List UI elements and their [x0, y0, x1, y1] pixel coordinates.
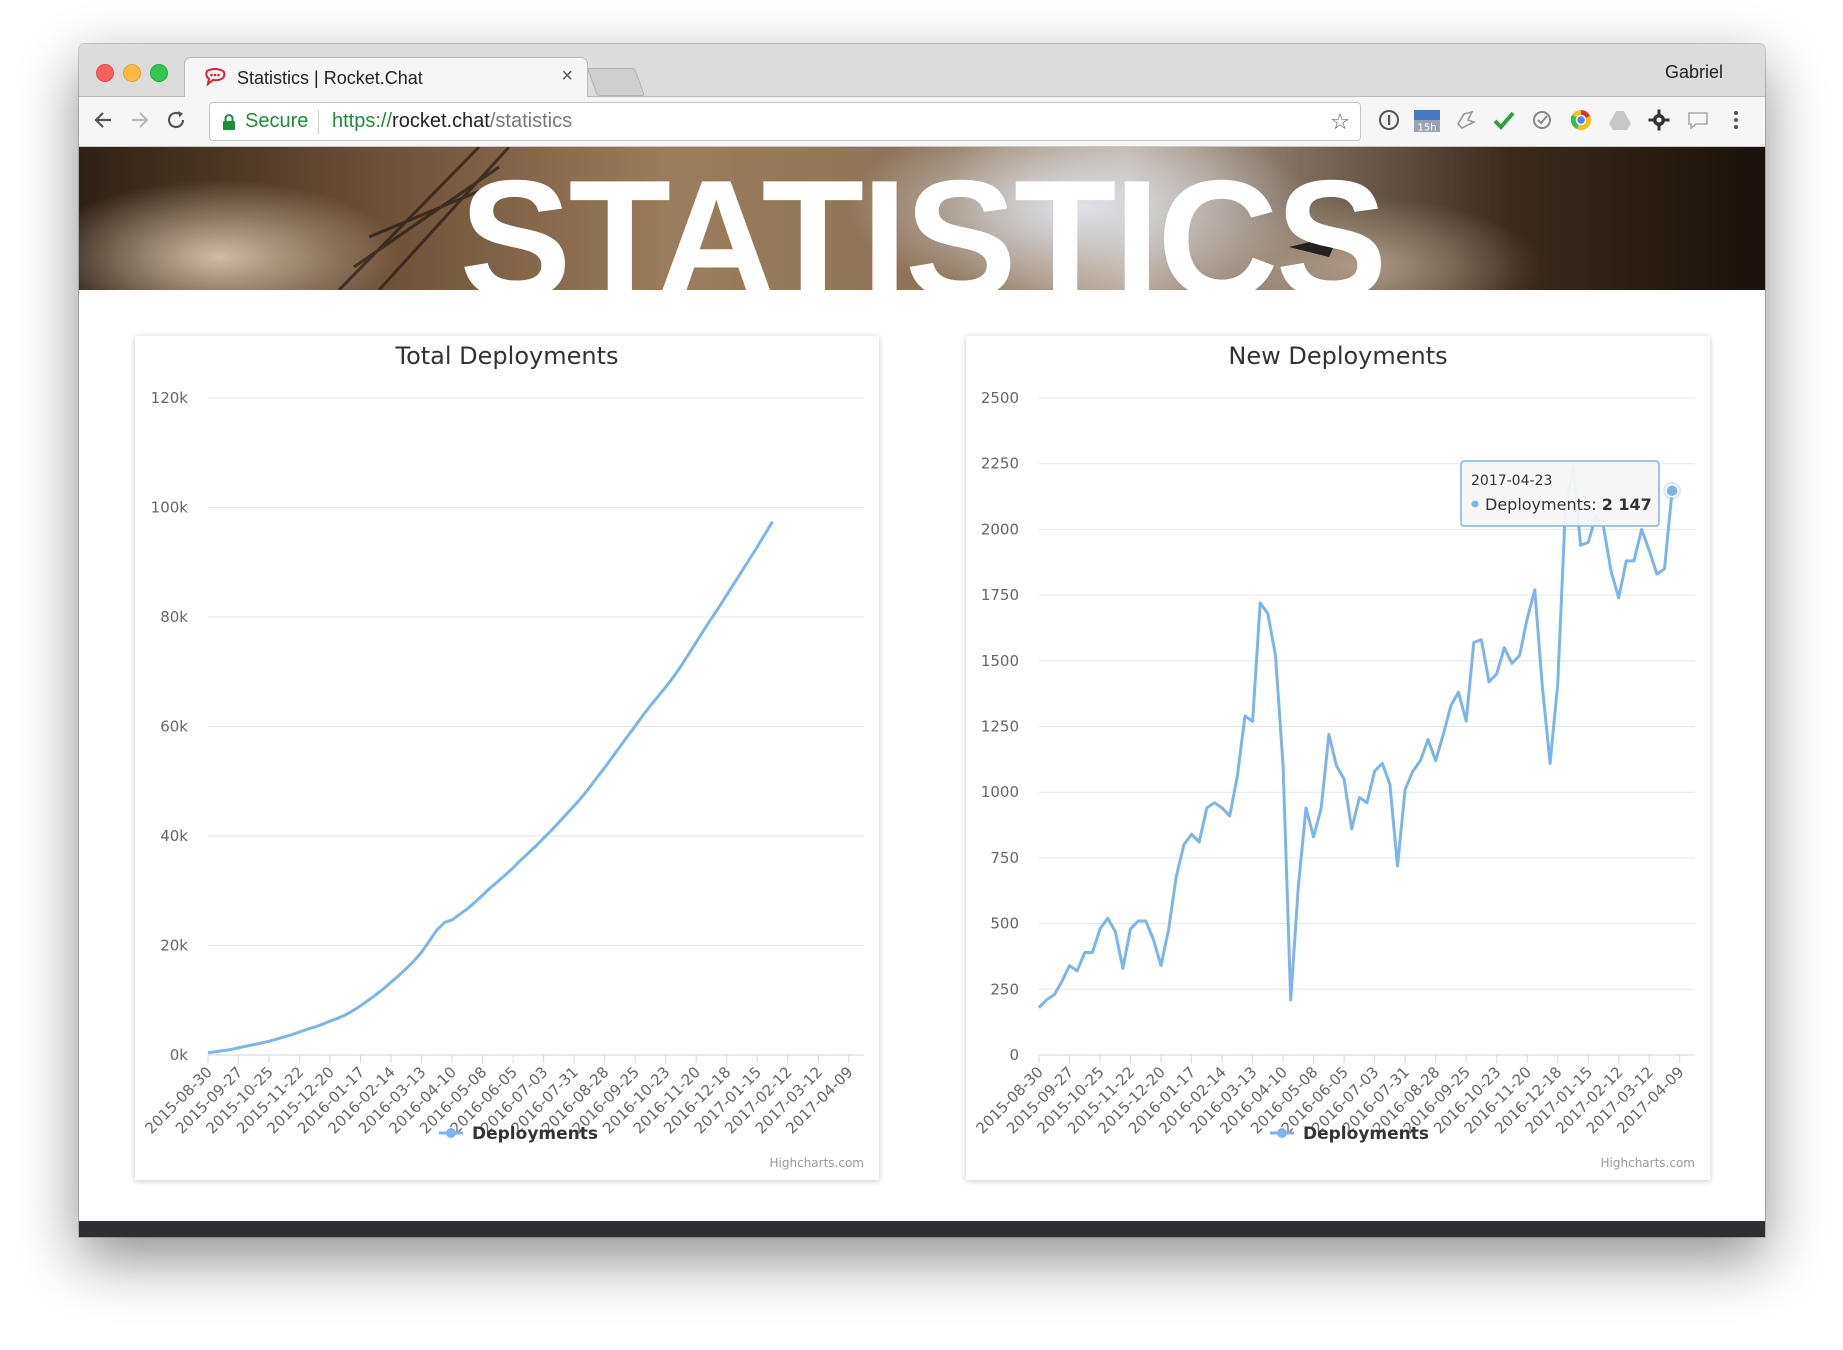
total-deployments-svg: Total Deployments0k20k40k60k80k100k120k2…: [141, 342, 864, 1170]
total-deployments-chart: Total Deployments 0k 20k 40k 60k 80k 100k 120k 2…: [135, 336, 879, 1180]
chart-title: Total Deployments: [395, 342, 619, 370]
bird-icon[interactable]: [1454, 108, 1478, 132]
deployments-series-line: [1037, 464, 1674, 1009]
y-tick-label: 500: [990, 915, 1019, 933]
tab-close-icon[interactable]: ×: [561, 65, 573, 88]
y-tick-label: 250: [990, 980, 1019, 998]
browser-window: Statistics | Rocket.Chat × Gabriel Secur…: [79, 44, 1765, 1237]
new-deployments-chart: New Deployments 0 250 500 750 1000 1250 1500 175…: [966, 336, 1710, 1180]
tooltip-box: [1460, 460, 1660, 527]
y-tick-label: 2000: [981, 520, 1019, 538]
legend-marker-icon[interactable]: [446, 1128, 456, 1138]
profile-name[interactable]: Gabriel: [1665, 62, 1723, 83]
new-deployments-svg: New Deployments 0 250 500 750 1000 1250 1500 175…: [972, 342, 1695, 1170]
tab-strip: Statistics | Rocket.Chat × Gabriel: [79, 44, 1765, 98]
tab-title: Statistics | Rocket.Chat: [237, 68, 423, 88]
tab-statistics[interactable]: Statistics | Rocket.Chat ×: [184, 57, 588, 98]
circle-check-icon[interactable]: [1530, 108, 1554, 132]
reload-icon[interactable]: [163, 107, 189, 133]
y-tick-label: 0k: [170, 1046, 189, 1064]
y-tick-label: 0: [1009, 1046, 1019, 1064]
secure-label: Secure: [245, 110, 309, 132]
deployments-series-line: [207, 520, 774, 1055]
hero-title: STATISTICS: [459, 147, 1387, 290]
gear-icon[interactable]: [1647, 108, 1671, 132]
url-path: /statistics: [489, 110, 573, 132]
chart-title: New Deployments: [1228, 342, 1447, 370]
check-icon[interactable]: [1492, 108, 1516, 132]
drive-icon[interactable]: [1608, 108, 1632, 132]
legend-label[interactable]: Deployments: [1303, 1124, 1429, 1144]
tooltip-value: 2 147: [1602, 495, 1652, 514]
y-tick-label: 60k: [160, 718, 188, 736]
info-icon[interactable]: [1377, 108, 1401, 132]
y-tick-label: 750: [990, 849, 1019, 867]
chrome-icon[interactable]: [1569, 108, 1593, 132]
lock-icon: [223, 114, 235, 130]
url-host: rocket.chat: [392, 110, 490, 132]
calendar-badge: 15h: [1417, 123, 1436, 133]
tooltip-bullet-icon: [1471, 500, 1479, 508]
tooltip: 2017-04-23 Deployments: 2 147: [1460, 460, 1660, 527]
y-tick-label: 20k: [160, 937, 188, 955]
legend-label[interactable]: Deployments: [472, 1124, 598, 1144]
page-footer: [79, 1221, 1765, 1237]
y-tick-label: 2250: [981, 455, 1019, 473]
chat-bubble-icon[interactable]: [1686, 108, 1710, 132]
rocket-chat-favicon-icon: [205, 68, 226, 87]
new-tab-button[interactable]: [586, 68, 646, 96]
y-tick-label: 80k: [160, 608, 188, 626]
credits-link[interactable]: Highcharts.com: [770, 1156, 864, 1170]
legend-marker-icon[interactable]: [1277, 1128, 1287, 1138]
y-tick-label: 100k: [151, 499, 189, 517]
hero-banner: STATISTICS: [79, 147, 1765, 290]
credits-link[interactable]: Highcharts.com: [1601, 1156, 1695, 1170]
zoom-window-button[interactable]: [150, 64, 168, 82]
tooltip-series: Deployments: 2 147: [1485, 495, 1652, 514]
y-tick-label: 40k: [160, 827, 188, 845]
y-tick-label: 1000: [981, 783, 1019, 801]
address-divider: [318, 110, 319, 134]
browser-toolbar: Secure https://rocket.chat/statistics ☆ …: [79, 97, 1765, 147]
calendar-icon[interactable]: 15h: [1412, 108, 1442, 132]
y-tick-label: 2500: [981, 389, 1019, 407]
y-tick-label: 1750: [981, 586, 1019, 604]
y-tick-label: 1250: [981, 718, 1019, 736]
forward-arrow-icon[interactable]: [126, 107, 152, 133]
close-window-button[interactable]: [96, 64, 114, 82]
y-tick-label: 1500: [981, 652, 1019, 670]
address-bar[interactable]: Secure https://rocket.chat/statistics ☆: [209, 102, 1361, 141]
y-tick-label: 120k: [151, 389, 189, 407]
tooltip-date: 2017-04-23: [1471, 473, 1552, 489]
back-arrow-icon[interactable]: [91, 107, 117, 133]
minimize-window-button[interactable]: [123, 64, 141, 82]
url-text[interactable]: https://rocket.chat/statistics: [332, 110, 572, 133]
url-scheme: https://: [332, 110, 393, 132]
hover-point[interactable]: [1665, 484, 1679, 498]
more-menu-icon[interactable]: [1724, 108, 1748, 132]
bookmark-star-icon[interactable]: ☆: [1330, 109, 1350, 135]
